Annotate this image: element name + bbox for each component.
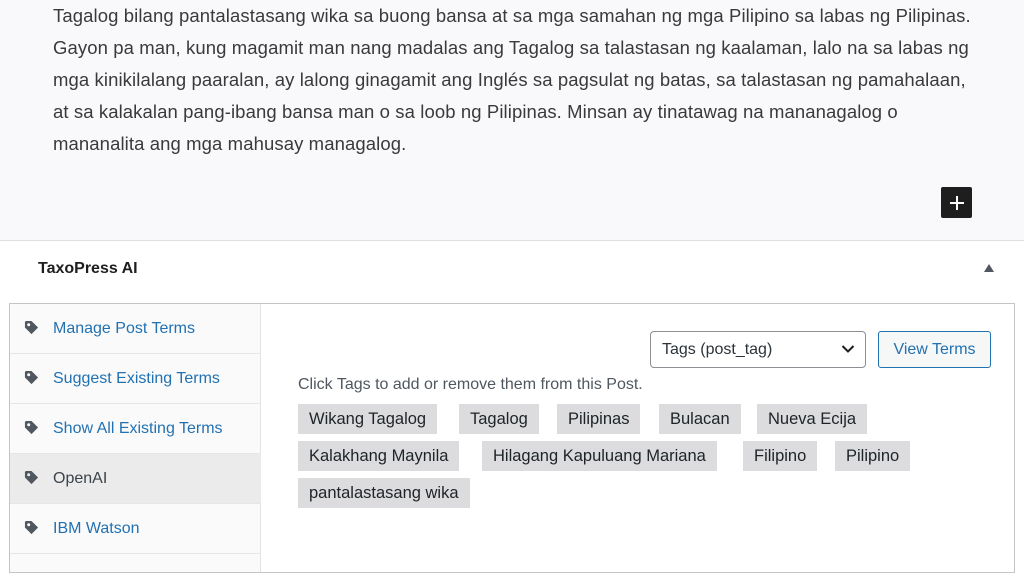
tag-chip[interactable]: pantalastasang wika <box>298 478 470 508</box>
caret-up-icon[interactable] <box>983 263 995 273</box>
editor-content-area: Tagalog bilang pantalastasang wika sa bu… <box>0 0 1024 241</box>
taxonomy-select[interactable]: Tags (post_tag) <box>650 331 866 368</box>
tag-chip[interactable]: Filipino <box>743 441 818 471</box>
tag-icon <box>24 370 39 385</box>
tab-ibm-watson[interactable]: IBM Watson <box>10 504 261 554</box>
tag-chip[interactable]: Tagalog <box>459 404 539 434</box>
tab-label: OpenAI <box>53 469 108 487</box>
plus-icon <box>949 195 964 210</box>
tab-openai[interactable]: OpenAI <box>10 454 261 504</box>
tag-chip[interactable]: Wikang Tagalog <box>298 404 438 434</box>
view-terms-button[interactable]: View Terms <box>878 331 991 368</box>
tab-show-all-existing-terms[interactable]: Show All Existing Terms <box>10 404 261 454</box>
chevron-down-icon <box>841 345 855 353</box>
tab-label: Suggest Existing Terms <box>53 369 220 387</box>
taxopress-sidebar: Manage Post Terms Suggest Existing Terms… <box>10 304 261 572</box>
tag-icon <box>24 420 39 435</box>
tab-label: Manage Post Terms <box>53 319 195 337</box>
tag-icon <box>24 320 39 335</box>
taxopress-box: Manage Post Terms Suggest Existing Terms… <box>9 303 1015 573</box>
tag-chip[interactable]: Kalakhang Maynila <box>298 441 460 471</box>
hint-text: Click Tags to add or remove them from th… <box>298 376 643 393</box>
tag-icon <box>24 520 39 535</box>
tab-label: IBM Watson <box>53 519 140 537</box>
tab-label: Show All Existing Terms <box>53 419 223 437</box>
tag-chip[interactable]: Hilagang Kapuluang Mariana <box>482 441 717 471</box>
tag-icon <box>24 470 39 485</box>
taxonomy-select-value: Tags (post_tag) <box>662 341 773 358</box>
tab-suggest-existing-terms[interactable]: Suggest Existing Terms <box>10 354 261 404</box>
taxopress-main: Tags (post_tag) View Terms Click Tags to… <box>261 304 1014 572</box>
tag-chip[interactable]: Pilipino <box>835 441 911 471</box>
add-block-button[interactable] <box>941 187 972 218</box>
tab-manage-post-terms[interactable]: Manage Post Terms <box>10 304 261 354</box>
tag-chip[interactable]: Pilipinas <box>557 404 641 434</box>
content-paragraph[interactable]: Tagalog bilang pantalastasang wika sa bu… <box>53 0 983 160</box>
tag-chip[interactable]: Nueva Ecija <box>757 404 868 434</box>
taxopress-panel-header[interactable]: TaxoPress AI <box>0 241 1024 297</box>
tag-chip[interactable]: Bulacan <box>659 404 741 434</box>
panel-title: TaxoPress AI <box>38 260 138 277</box>
